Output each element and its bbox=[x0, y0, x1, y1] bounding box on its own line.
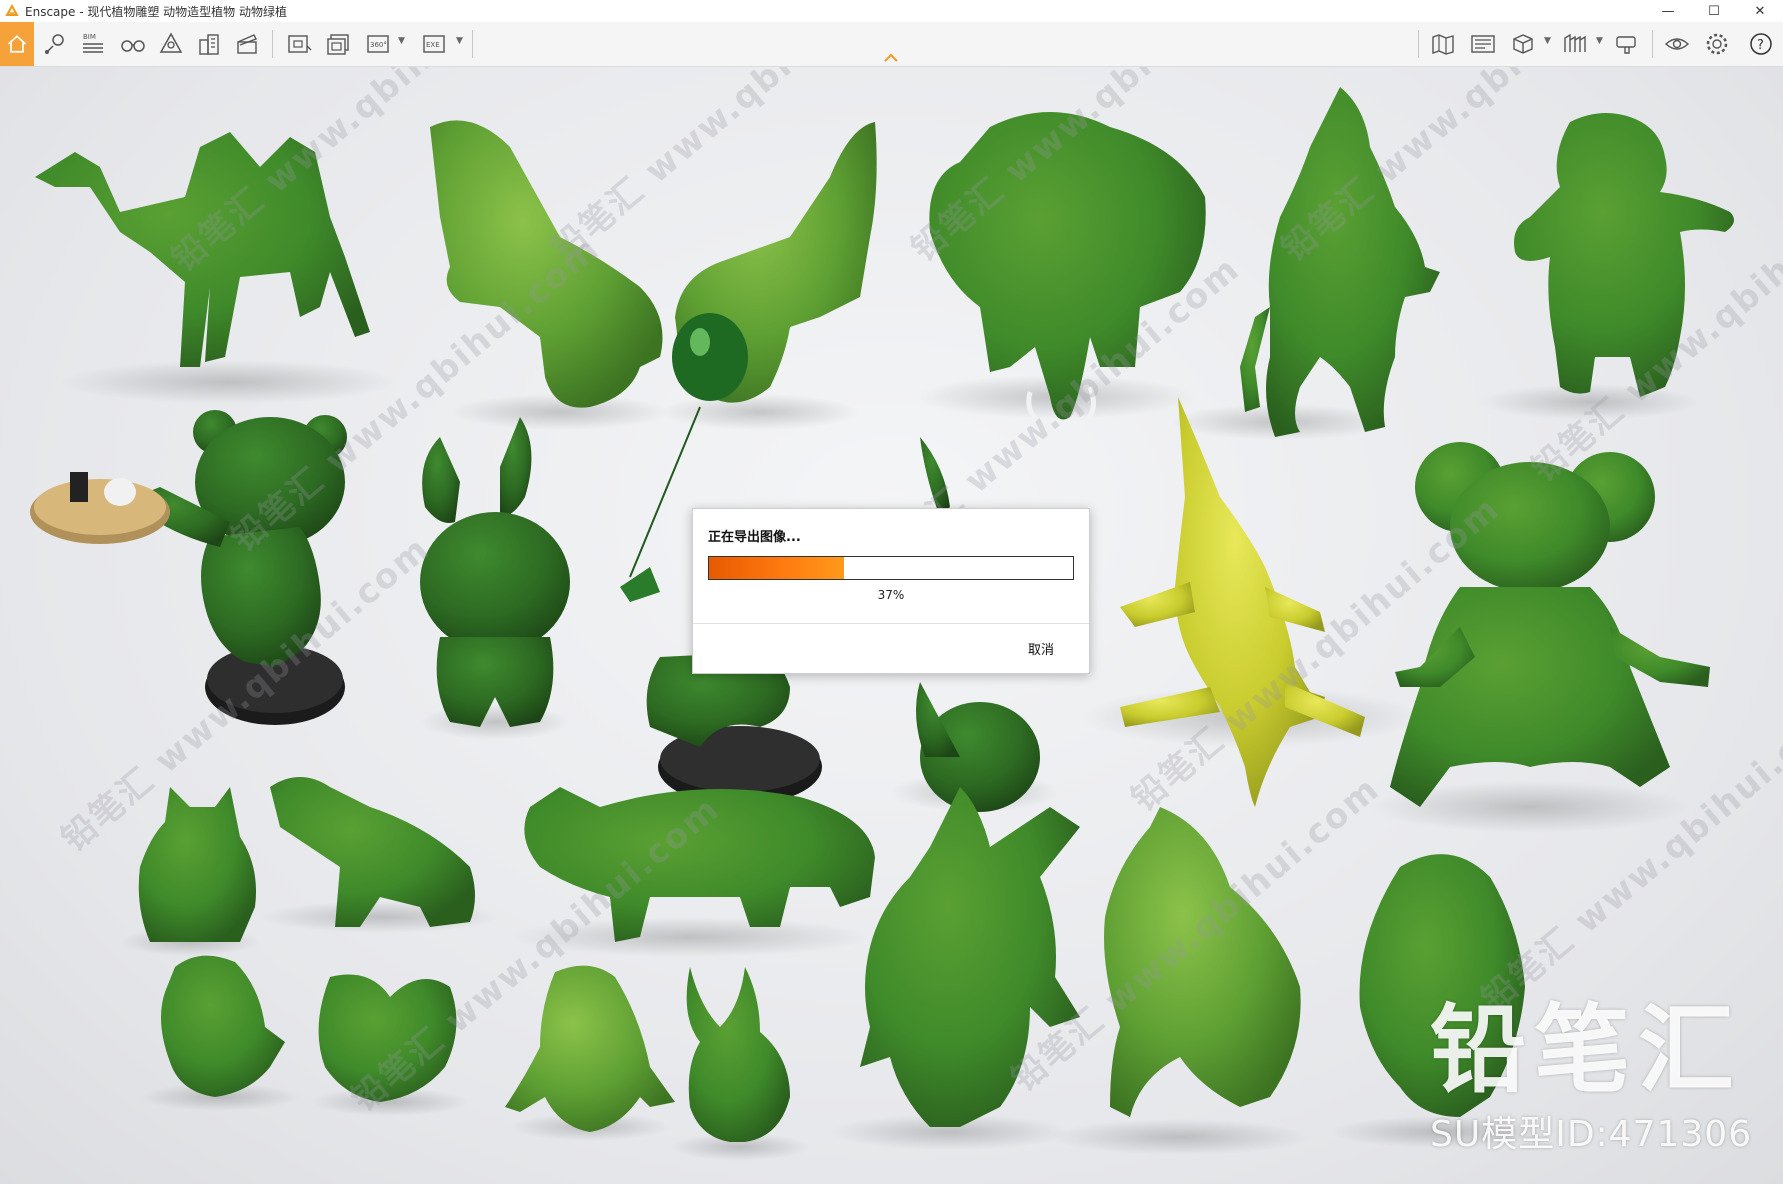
panorama-button[interactable]: 360° bbox=[362, 26, 396, 62]
panorama-label: 360° bbox=[370, 41, 387, 49]
progress-fill bbox=[709, 557, 844, 579]
cancel-button[interactable]: 取消 bbox=[1011, 639, 1071, 663]
panorama-360-icon: 360° bbox=[367, 35, 389, 53]
camel-topiary bbox=[35, 132, 400, 404]
buildings-button[interactable] bbox=[192, 26, 226, 62]
settings-gear-icon bbox=[1706, 33, 1728, 55]
collapse-toolbar-arrow-icon[interactable] bbox=[880, 50, 902, 64]
export-progress-dialog: 正在导出图像... 37% 取消 bbox=[692, 508, 1090, 674]
sections-dropdown-caret[interactable]: ▼ bbox=[1596, 36, 1603, 46]
exe-label: EXE bbox=[426, 41, 440, 49]
maximize-button[interactable]: ☐ bbox=[1691, 0, 1737, 22]
dog-topiary bbox=[260, 777, 500, 933]
help-label: ? bbox=[1757, 38, 1764, 53]
video-editor-icon bbox=[237, 34, 257, 54]
home-button[interactable] bbox=[0, 22, 34, 66]
settings-button[interactable] bbox=[1700, 26, 1734, 62]
progress-percentage: 37% bbox=[877, 588, 905, 602]
panorama-dropdown-caret[interactable]: ▼ bbox=[398, 36, 405, 46]
minimize-button[interactable]: — bbox=[1645, 0, 1691, 22]
sections-button[interactable] bbox=[1558, 26, 1592, 62]
brand-watermark: 铅笔汇 SU模型ID:471306 bbox=[1430, 972, 1770, 1157]
toolbar-separator bbox=[1418, 30, 1419, 58]
batch-render-icon bbox=[327, 34, 349, 55]
visual-settings-button[interactable] bbox=[1660, 26, 1694, 62]
penguin-topiary bbox=[505, 965, 675, 1141]
title-bar: Enscape - 现代植物雕塑 动物造型植物 动物绿植 — ☐ ✕ bbox=[0, 0, 1783, 22]
bunny-small-topiary bbox=[670, 967, 810, 1161]
model-id: SU模型ID:471306 bbox=[1430, 1114, 1753, 1155]
panel-icon bbox=[1471, 35, 1495, 53]
toolbar-separator bbox=[1652, 30, 1653, 58]
sections-icon bbox=[1564, 33, 1586, 52]
brand-name: 铅笔汇 bbox=[1430, 994, 1742, 1106]
material-editor-button[interactable] bbox=[1610, 26, 1644, 62]
rabbit-topiary bbox=[420, 417, 570, 740]
render-viewport[interactable]: 铅笔汇 www.qbihui.com 铅笔汇 www.qbihui.com 铅笔… bbox=[0, 67, 1783, 1184]
video-editor-button[interactable] bbox=[230, 26, 264, 62]
bim-icon: BIM bbox=[83, 33, 103, 53]
export-exe-icon: EXE bbox=[423, 35, 445, 53]
view-cube-button[interactable] bbox=[1506, 26, 1540, 62]
teddy-bear-topiary bbox=[140, 955, 300, 1111]
bim-label: BIM bbox=[83, 33, 96, 41]
location-pin-icon bbox=[45, 34, 64, 54]
panel-button[interactable] bbox=[1466, 26, 1500, 62]
screenshot-icon bbox=[288, 35, 312, 53]
home-icon bbox=[7, 35, 27, 53]
dialog-divider bbox=[693, 623, 1089, 624]
binoculars-icon bbox=[121, 40, 145, 52]
screenshot-button[interactable] bbox=[282, 26, 316, 62]
binoculars-button[interactable] bbox=[116, 26, 150, 62]
help-icon: ? bbox=[1750, 33, 1772, 55]
asset-library-icon bbox=[159, 32, 183, 53]
buildings-icon bbox=[199, 34, 219, 55]
bear-topiary bbox=[1480, 113, 1734, 420]
export-dropdown-caret[interactable]: ▼ bbox=[456, 36, 463, 46]
map-icon bbox=[1432, 34, 1454, 55]
bim-button[interactable]: BIM bbox=[76, 26, 110, 62]
export-exe-button[interactable]: EXE bbox=[418, 26, 452, 62]
visual-settings-icon bbox=[1664, 38, 1690, 50]
location-button[interactable] bbox=[38, 26, 72, 62]
asset-library-button[interactable] bbox=[154, 26, 188, 62]
koala-topiary bbox=[1370, 442, 1710, 833]
enscape-logo-icon bbox=[5, 4, 19, 16]
view-dropdown-caret[interactable]: ▼ bbox=[1544, 36, 1551, 46]
batch-render-button[interactable] bbox=[322, 26, 356, 62]
enscape-window: Enscape - 现代植物雕塑 动物造型植物 动物绿植 — ☐ ✕ BIM 3… bbox=[0, 0, 1783, 1184]
window-title: Enscape - 现代植物雕塑 动物造型植物 动物绿植 bbox=[25, 4, 287, 19]
toolbar-separator bbox=[472, 30, 473, 58]
enscape-toolbar: BIM 360° ▼ EXE ▼ ▼ ▼ ? bbox=[0, 22, 1783, 67]
export-progress-bar bbox=[708, 556, 1074, 580]
toolbar-separator bbox=[272, 30, 273, 58]
material-editor-icon bbox=[1616, 36, 1636, 54]
dialog-title: 正在导出图像... bbox=[708, 530, 801, 545]
view-cube-icon bbox=[1513, 34, 1533, 54]
close-button[interactable]: ✕ bbox=[1737, 0, 1783, 22]
cat-topiary bbox=[120, 787, 260, 956]
help-button[interactable]: ? bbox=[1744, 26, 1778, 62]
map-button[interactable] bbox=[1426, 26, 1460, 62]
